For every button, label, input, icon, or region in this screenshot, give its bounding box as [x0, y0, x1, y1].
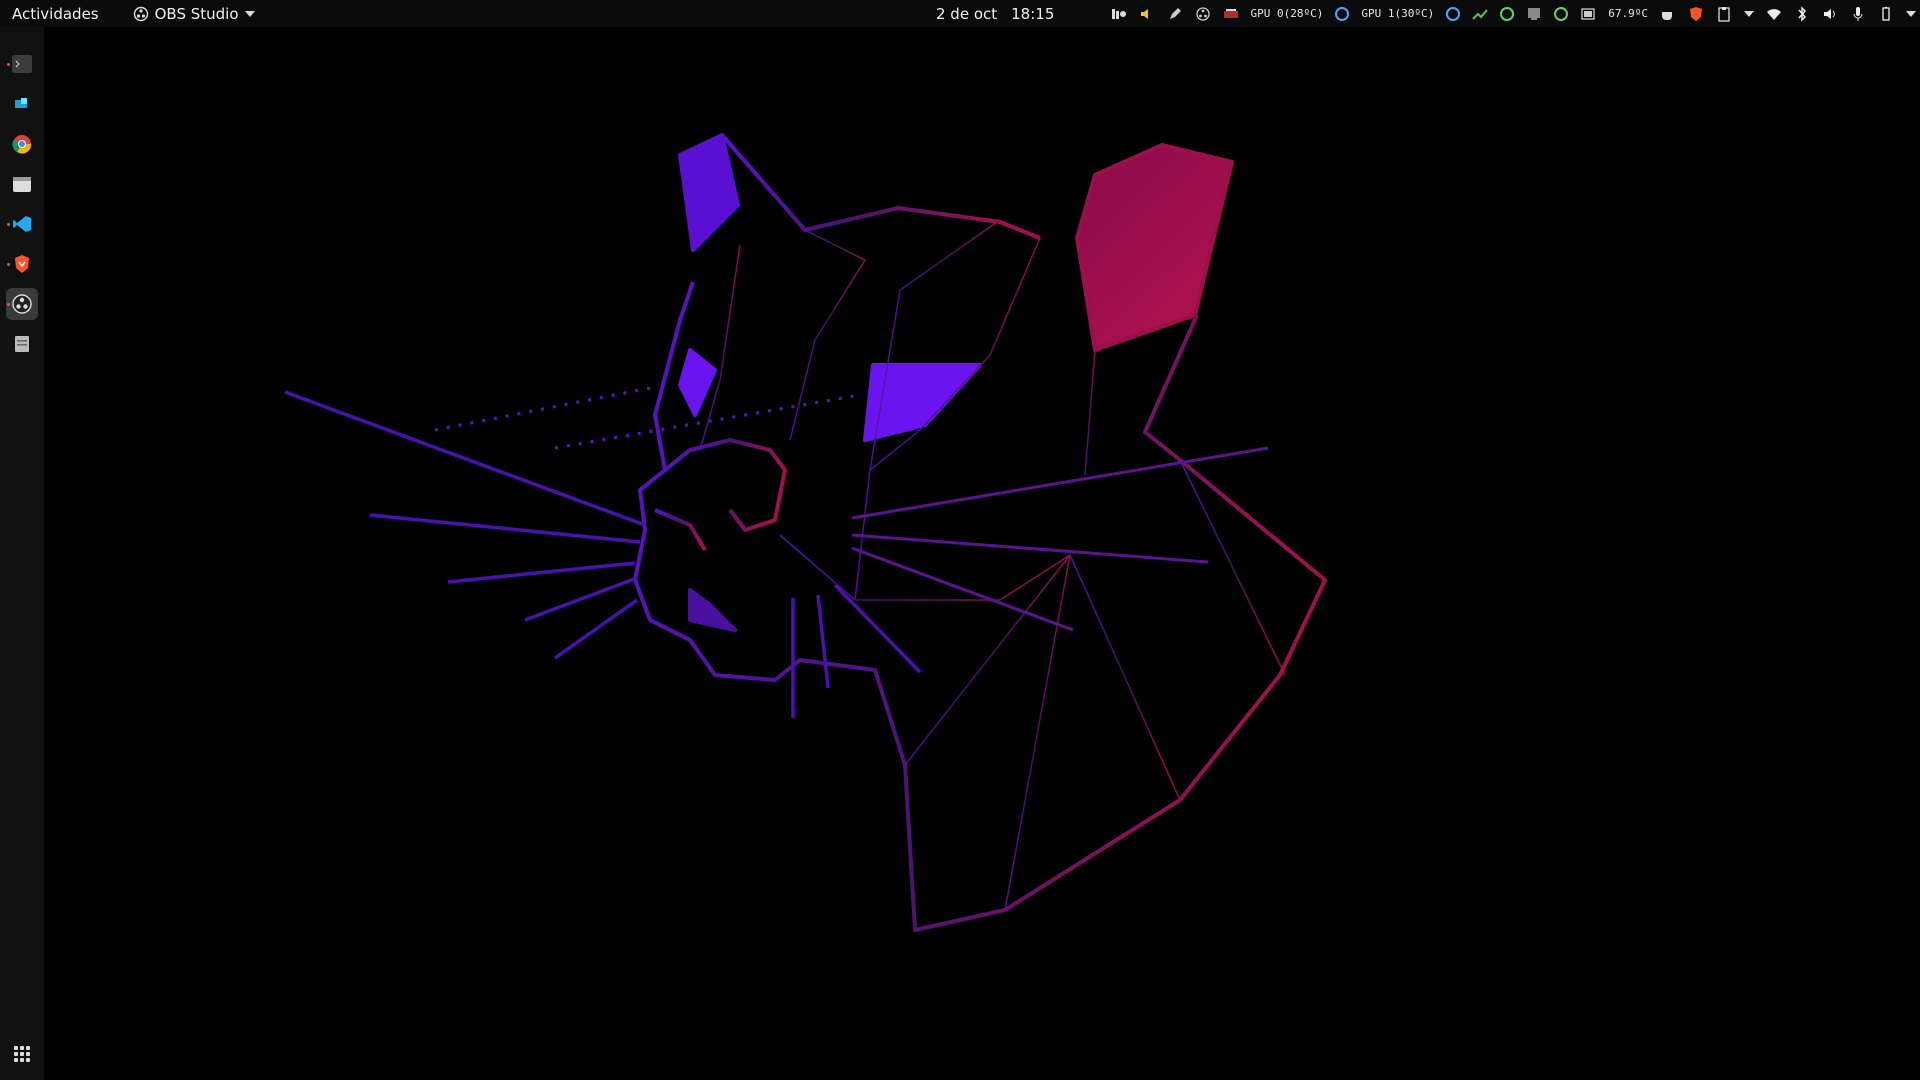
app-icon [15, 98, 27, 108]
clock[interactable]: 2 de oct 18:15 [936, 0, 1054, 27]
pen-icon[interactable] [1167, 6, 1183, 22]
gpu0-temp: GPU 0(28ºC) [1250, 7, 1324, 20]
system-menu-chevron-icon[interactable] [1906, 10, 1916, 17]
obs-tray-icon[interactable] [1195, 6, 1211, 22]
system-tray: GPU 0(28ºC) GPU 1(30ºC) 67.9ºC [1111, 0, 1916, 27]
dock-obs[interactable] [6, 288, 38, 320]
volume-icon[interactable] [1822, 6, 1838, 22]
chrome-icon [12, 135, 32, 154]
time: 18:15 [1011, 4, 1055, 23]
vscode-icon [13, 216, 31, 232]
speaker-icon[interactable] [1139, 6, 1155, 22]
dock [0, 27, 44, 1080]
dock-document[interactable] [6, 328, 38, 360]
audio-levels-icon[interactable] [1111, 6, 1127, 22]
date: 2 de oct [936, 4, 998, 23]
obs-icon [12, 294, 32, 314]
brave-tray-icon[interactable] [1688, 6, 1704, 22]
thermometer-icon[interactable] [1580, 6, 1596, 22]
dock-files[interactable] [6, 168, 38, 200]
show-applications-icon[interactable] [14, 1046, 30, 1062]
clipboard-icon[interactable] [1716, 6, 1732, 22]
files-icon [13, 177, 31, 192]
dock-brave[interactable] [6, 248, 38, 280]
obs-icon [133, 6, 148, 21]
monitor-icon[interactable] [1526, 6, 1542, 22]
document-icon [15, 336, 29, 352]
gpu0-usage-icon[interactable] [1335, 6, 1350, 21]
memory-usage-icon[interactable] [1554, 6, 1569, 21]
running-indicator [7, 303, 10, 306]
running-indicator [7, 223, 10, 226]
wallpaper [284, 133, 1327, 932]
gpu1-temp: GPU 1(30ºC) [1361, 7, 1435, 20]
cpu-temp: 67.9ºC [1608, 7, 1648, 20]
microphone-icon[interactable] [1850, 6, 1866, 22]
terminal-icon [12, 55, 32, 73]
top-bar: Actividades OBS Studio 2 de oct 18:15 GP… [0, 0, 1920, 27]
dock-terminal[interactable] [6, 48, 38, 80]
chevron-down-icon [244, 10, 255, 17]
dock-vscode[interactable] [6, 208, 38, 240]
running-indicator [7, 263, 10, 266]
dock-chrome[interactable] [6, 128, 38, 160]
wifi-icon[interactable] [1766, 6, 1782, 22]
app-menu-label: OBS Studio [154, 4, 239, 23]
cpu-usage-icon[interactable] [1500, 6, 1515, 21]
network-graph-icon[interactable] [1472, 6, 1489, 22]
activities-button[interactable]: Actividades [0, 5, 111, 23]
gpu1-usage-icon[interactable] [1446, 6, 1461, 21]
running-indicator [7, 63, 10, 66]
gpu-icon[interactable] [1223, 6, 1239, 22]
chevron-down-icon[interactable] [1744, 10, 1754, 17]
app-menu[interactable]: OBS Studio [111, 5, 263, 23]
coffee-icon[interactable] [1660, 6, 1676, 22]
dock-app[interactable] [6, 88, 38, 120]
battery-icon[interactable] [1878, 6, 1894, 22]
bluetooth-icon[interactable] [1794, 5, 1810, 22]
brave-icon [15, 255, 29, 273]
